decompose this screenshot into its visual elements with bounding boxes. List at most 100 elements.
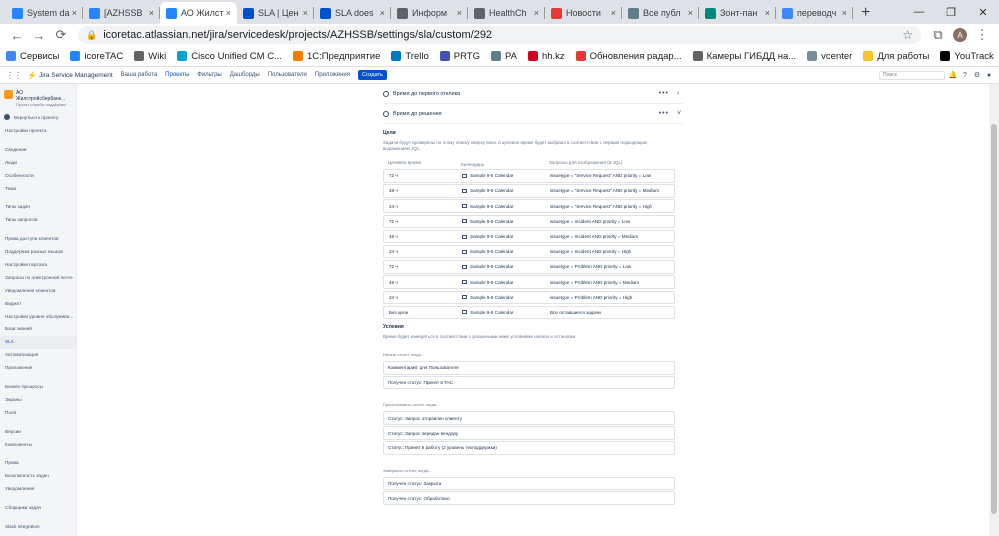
url-field[interactable]: 🔒 icoretac.atlassian.net/jira/servicedes… [78,26,921,44]
maximize-icon[interactable]: ❐ [935,0,967,24]
sidebar-item[interactable]: Типы задач [0,201,76,214]
goal-row[interactable]: Без цели Sample 9-5 Calendar Все оставшиес… [383,305,675,320]
goal-row[interactable]: 48 ч Sample 9-5 Calendar issuetype = Probl… [383,275,675,289]
chevron-down-icon[interactable]: ˅ [677,110,683,117]
condition-row[interactable]: Получен статус: Обработано [383,491,675,505]
nav-item[interactable]: Фильтры [197,72,221,78]
bookmark-item[interactable]: 1С:Предприятие [293,51,380,62]
browser-tab[interactable]: Все публ × [622,2,699,24]
condition-row[interactable]: Статус: Запрос отправлен клиенту [383,411,675,425]
bookmark-item[interactable]: Обновления радар... [575,51,682,62]
help-icon[interactable]: ? [961,71,969,79]
sidebar-item[interactable]: Сборщики задач [0,502,76,515]
sidebar-item[interactable]: База знаний [0,323,76,336]
bookmark-item[interactable]: PRTG [439,51,480,62]
more-actions-icon[interactable]: ••• [659,110,669,117]
condition-row[interactable]: Статус: Принят в работу (2 уровень техпо… [383,441,675,455]
close-icon[interactable]: × [842,8,847,18]
sla-first-response-section[interactable]: Время до первого отклика ••• › [383,84,683,104]
nav-item[interactable]: Дашборды [230,72,260,78]
sidebar-item[interactable]: Тема [0,183,76,196]
sidebar-item[interactable]: Версии [0,426,76,439]
browser-tab[interactable]: HealthCh × [468,2,545,24]
close-icon[interactable]: × [226,8,231,18]
close-icon[interactable]: × [765,8,770,18]
project-header[interactable]: АО Жилстройсбербанк... Проект службы под… [0,90,76,111]
browser-tab[interactable]: SLA does × [314,2,391,24]
bookmark-item[interactable]: Сервисы [6,51,59,62]
browser-tab[interactable]: переводч × [776,2,853,24]
close-icon[interactable]: × [534,8,539,18]
app-switcher-icon[interactable]: ⋮⋮ [6,71,22,80]
sla-resolution-section[interactable]: Время до решения ••• ˅ [383,104,683,124]
browser-tab[interactable]: АО Жилст × [160,2,237,24]
nav-item[interactable]: Приложения [315,72,350,78]
sidebar-item[interactable]: Настройки уровня обслужива... [0,311,76,324]
sidebar-item[interactable]: Приложения [0,362,76,375]
sidebar-item[interactable]: Экраны [0,394,76,407]
condition-row[interactable]: Статус: Запрос передан вендору [383,426,675,440]
browser-tab[interactable]: Новости × [545,2,622,24]
bookmark-star-icon[interactable]: ☆ [902,28,913,42]
close-icon[interactable]: × [149,8,154,18]
close-icon[interactable]: × [688,8,693,18]
bookmark-item[interactable]: icoreTAC [70,51,123,62]
bookmark-item[interactable]: YouTrack [940,51,994,62]
goal-row[interactable]: 72 ч Sample 9-5 Calendar issuetype = "Serv… [383,169,675,183]
search-input[interactable]: Поиск [879,70,945,80]
close-icon[interactable]: × [72,8,77,18]
scrollbar-thumb[interactable] [991,124,997,514]
sidebar-item[interactable]: Виджет [0,298,76,311]
sidebar-item[interactable]: Права доступа клиентов [0,233,76,246]
condition-row[interactable]: Получен статус: Закрыта [383,476,675,491]
close-icon[interactable]: × [380,8,385,18]
bookmark-item[interactable]: Камеры ГИБДД на... [692,51,796,62]
sidebar-item[interactable]: Компоненты [0,439,76,452]
bookmark-item[interactable]: vcenter [807,51,852,62]
more-actions-icon[interactable]: ••• [659,90,669,97]
close-window-icon[interactable]: ✕ [967,0,999,24]
close-icon[interactable]: × [611,8,616,18]
sidebar-item[interactable]: Права [0,457,76,470]
sidebar-item[interactable]: Люди [0,157,76,170]
sidebar-item[interactable]: Уведомления [0,483,76,496]
notification-bell-icon[interactable]: 🔔 [949,71,958,79]
minimize-icon[interactable]: — [903,0,935,24]
forward-arrow-icon[interactable]: → [28,28,50,43]
nav-item[interactable]: Пользователи [268,72,307,78]
goal-row[interactable]: 72 ч Sample 9-5 Calendar issuetype = Probl… [383,260,675,274]
jira-logo[interactable]: ⚡ Jira Service Management [27,71,113,80]
sidebar-item[interactable]: Автоматизация [0,349,76,362]
nav-item[interactable]: Проекты [165,72,189,78]
browser-tab[interactable]: System da × [6,2,83,24]
close-icon[interactable]: × [303,8,308,18]
sidebar-item[interactable]: Уведомления клиентов [0,285,76,298]
goal-row[interactable]: 48 ч Sample 9-5 Calendar issuetype = "Serv… [383,184,675,198]
sidebar-item[interactable]: Особенности [0,170,76,183]
sidebar-item[interactable]: Slack integration [0,521,76,534]
extensions-icon[interactable]: ⧉ [927,27,949,43]
sidebar-item[interactable]: Бизнес-процессы [0,381,76,394]
sidebar-item[interactable]: Настройки портала [0,259,76,272]
sidebar-item[interactable]: Запросы по электронной почте [0,272,76,285]
page-scrollbar[interactable] [989,84,999,536]
bookmark-item[interactable]: Cisco Unified CM C... [177,51,282,62]
bookmark-item[interactable]: Wiki [134,51,166,62]
bookmark-item[interactable]: Trello [391,51,429,62]
goal-row[interactable]: 24 ч Sample 9-5 Calendar issuetype = "Serv… [383,199,675,213]
back-arrow-icon[interactable]: ← [6,28,28,43]
back-to-project-link[interactable]: Вернуться к проекту [0,111,76,123]
sidebar-item[interactable]: Поддержка разных языков [0,246,76,259]
nav-item[interactable]: Ваша работа [121,72,158,78]
sidebar-item[interactable]: Типы запросов [0,214,76,227]
bookmark-item[interactable]: PA [490,51,517,62]
menu-kebab-icon[interactable]: ⋮ [971,27,993,43]
goal-row[interactable]: 24 ч Sample 9-5 Calendar issuetype = Incid… [383,244,675,259]
chevron-right-icon[interactable]: › [677,90,683,97]
browser-tab[interactable]: Информ × [391,2,468,24]
browser-tab[interactable]: SLA | Цен × [237,2,314,24]
goal-row[interactable]: 24 ч Sample 9-5 Calendar issuetype = Probl… [383,290,675,304]
sidebar-item[interactable]: Безопасность задач [0,470,76,483]
sidebar-item[interactable]: Настройки проекта [0,125,76,138]
sidebar-item[interactable]: SLA [0,336,76,350]
